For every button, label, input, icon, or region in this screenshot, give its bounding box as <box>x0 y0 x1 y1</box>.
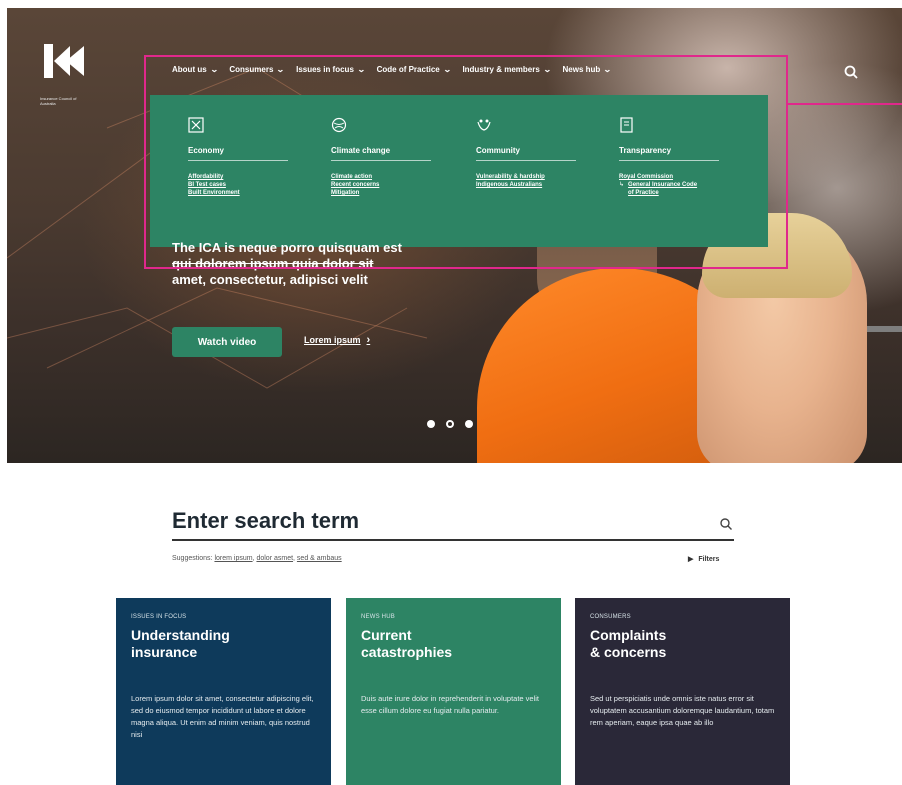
lorem-link-label: Lorem ipsum <box>304 335 361 345</box>
caret-right-icon: ▶ <box>688 556 694 563</box>
card-kicker: NEWS HUB <box>361 614 395 620</box>
logo-caption: Insurance Council of Australia <box>40 96 77 106</box>
filters-toggle[interactable]: ▶ Filters <box>688 555 720 564</box>
search-icon[interactable] <box>719 517 733 531</box>
nav-item-code-of-practice[interactable]: Code of Practice ⌄ <box>377 65 452 74</box>
hero-headline-line: qui dolorem ipsum quia dolor sit <box>172 256 374 271</box>
mega-col-economy: Economy Affordability BI Test cases Buil… <box>188 117 298 197</box>
card-complaints-concerns[interactable]: CONSUMERS Complaints & concerns Sed ut pe… <box>575 598 790 785</box>
search-suggestions: Suggestions: lorem ipsum, dolor asmet, s… <box>172 555 342 562</box>
chevron-right-icon: › <box>366 334 371 346</box>
search-input[interactable]: Enter search term <box>172 505 734 537</box>
search-section: Enter search term <box>172 505 734 541</box>
search-icon[interactable] <box>843 64 859 80</box>
search-underline <box>172 539 734 541</box>
suggestion-link[interactable]: dolor asmet <box>256 555 293 562</box>
chevron-down-icon: ⌄ <box>276 65 286 74</box>
community-icon <box>477 119 491 131</box>
mega-col-transparency: Transparency Royal Commission ↳ General … <box>619 117 729 197</box>
mega-heading[interactable]: Climate change <box>331 146 431 161</box>
mega-link[interactable]: Affordability <box>188 173 298 181</box>
chevron-down-icon: ⌄ <box>442 65 452 74</box>
card-kicker: ISSUES IN FOCUS <box>131 614 187 620</box>
mega-sublink-row: ↳ General Insurance Code of Practice <box>619 181 729 197</box>
mega-link[interactable]: Built Environment <box>188 189 298 197</box>
hero-headline-line: The ICA is neque porro quisquam est <box>172 240 402 255</box>
sub-arrow-icon: ↳ <box>619 182 625 188</box>
logo-mark-icon <box>44 44 84 78</box>
mega-col-climate: Climate change Climate action Recent con… <box>331 117 441 197</box>
economy-icon <box>188 117 204 133</box>
card-body: Sed ut perspiciatis unde omnis iste natu… <box>590 694 775 727</box>
card-understanding-insurance[interactable]: ISSUES IN FOCUS Understanding insurance L… <box>116 598 331 785</box>
mega-menu-dropdown: Economy Affordability BI Test cases Buil… <box>150 95 768 247</box>
suggestion-link[interactable]: lorem ipsum <box>214 555 252 562</box>
card-body: Lorem ipsum dolor sit amet, consectetur … <box>131 694 314 739</box>
carousel-dot[interactable] <box>427 420 435 428</box>
main-nav: About us ⌄ Consumers ⌄ Issues in focus ⌄ Co… <box>172 65 612 74</box>
mega-link[interactable]: BI Test cases <box>188 181 298 189</box>
mega-sublink[interactable]: General Insurance Code of Practice <box>628 181 698 197</box>
nav-item-news-hub[interactable]: News hub ⌄ <box>563 65 612 74</box>
nav-item-consumers[interactable]: Consumers ⌄ <box>229 65 286 74</box>
suggestion-link[interactable]: sed & ambaus <box>297 555 342 562</box>
carousel-dots <box>427 420 473 428</box>
card-current-catastrophies[interactable]: NEWS HUB Current catastrophies Duis aute … <box>346 598 561 785</box>
mega-link[interactable]: Royal Commission <box>619 173 729 181</box>
chevron-down-icon: ⌄ <box>603 65 612 74</box>
mega-heading[interactable]: Community <box>476 146 576 161</box>
mega-link[interactable]: Mitigation <box>331 189 441 197</box>
chevron-down-icon: ⌄ <box>356 65 366 74</box>
hero-headline: The ICA is neque porro quisquam est qui … <box>172 240 472 288</box>
nav-item-issues-in-focus[interactable]: Issues in focus ⌄ <box>296 65 366 74</box>
card-title: Understanding insurance <box>131 627 230 660</box>
carousel-dot[interactable] <box>446 420 454 428</box>
filters-label: Filters <box>698 555 720 563</box>
mega-col-community: Community Vulnerability & hardship Indig… <box>476 117 586 189</box>
mega-heading[interactable]: Transparency <box>619 146 719 161</box>
mega-link[interactable]: Indigenous Australians <box>476 181 586 189</box>
mega-link[interactable]: Recent concerns <box>331 181 441 189</box>
carousel-dot-active[interactable] <box>465 420 473 428</box>
card-title: Current catastrophies <box>361 627 453 660</box>
chevron-down-icon: ⌄ <box>542 65 552 74</box>
lorem-ipsum-link[interactable]: Lorem ipsum › <box>304 334 370 346</box>
chevron-down-icon: ⌄ <box>209 65 219 74</box>
transparency-icon <box>620 117 633 133</box>
nav-item-industry-members[interactable]: Industry & members ⌄ <box>462 65 552 74</box>
suggestions-label: Suggestions: <box>172 555 213 562</box>
mega-heading[interactable]: Economy <box>188 146 288 161</box>
hero-headline-line: amet, consectetur, adipisci velit <box>172 272 368 287</box>
mega-link[interactable]: Climate action <box>331 173 441 181</box>
climate-icon <box>331 117 347 133</box>
card-body: Duis aute irure dolor in reprehenderit i… <box>361 694 540 715</box>
nav-item-about-us[interactable]: About us ⌄ <box>172 65 219 74</box>
highlight-annotation-line <box>788 103 902 105</box>
card-title: Complaints & concerns <box>590 627 667 660</box>
card-kicker: CONSUMERS <box>590 614 631 620</box>
watch-video-button[interactable]: Watch video <box>172 327 282 357</box>
mega-link[interactable]: Vulnerability & hardship <box>476 173 586 181</box>
